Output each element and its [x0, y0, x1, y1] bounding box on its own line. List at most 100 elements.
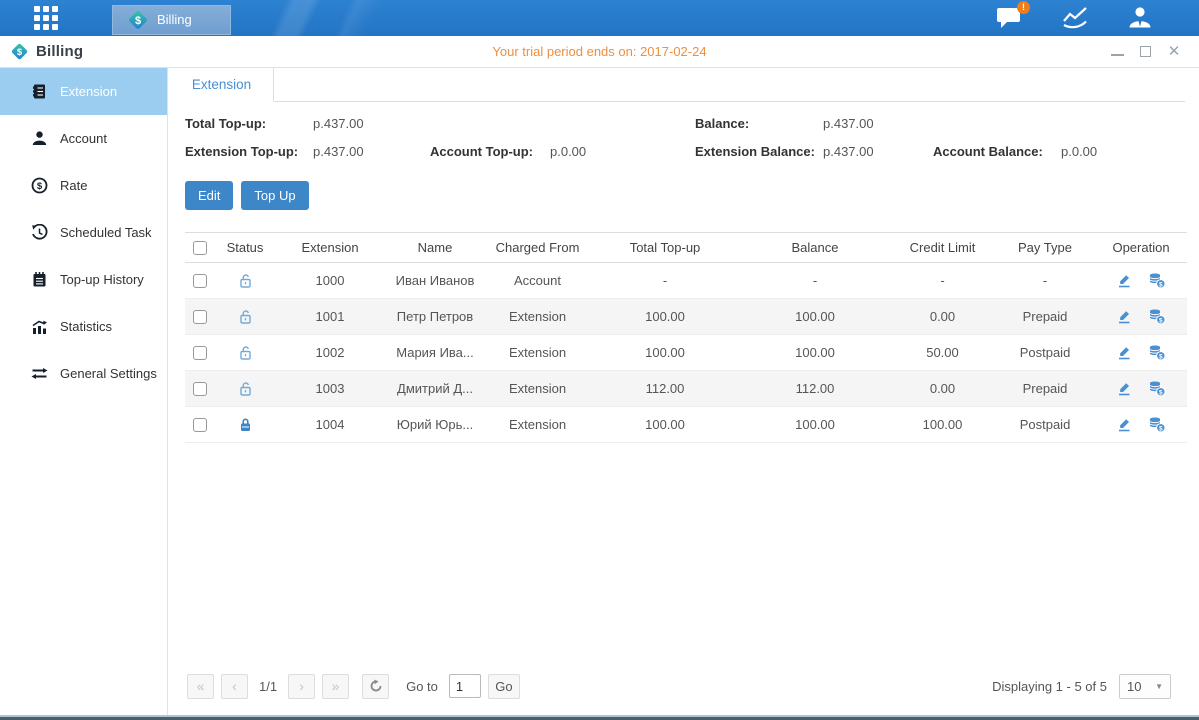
- topup-row-icon[interactable]: $: [1148, 308, 1166, 325]
- maximize-button[interactable]: [1140, 46, 1151, 57]
- topup-row-icon[interactable]: $: [1148, 380, 1166, 397]
- cell-balance: 100.00: [740, 299, 890, 335]
- table-row: 1003 Дмитрий Д... Extension 112.00 112.0…: [185, 371, 1187, 407]
- refresh-icon: [369, 679, 383, 693]
- cell-credit-limit: 100.00: [890, 407, 995, 443]
- topup-row-icon[interactable]: $: [1148, 416, 1166, 433]
- account-topup-label: Account Top-up:: [430, 144, 550, 159]
- cell-total-topup: 100.00: [590, 335, 740, 371]
- sidebar-item-label: Extension: [60, 84, 117, 99]
- cell-pay-type: Postpaid: [995, 407, 1095, 443]
- cell-extension: 1002: [275, 335, 385, 371]
- row-checkbox[interactable]: [193, 418, 207, 432]
- col-charged-from: Charged From: [485, 233, 590, 263]
- status-lock-icon: [237, 416, 254, 431]
- sidebar-item-rate[interactable]: $ Rate: [0, 162, 167, 209]
- refresh-button[interactable]: [362, 674, 389, 699]
- sidebar-item-label: Rate: [60, 178, 87, 193]
- sidebar-item-account[interactable]: Account: [0, 115, 167, 162]
- svg-text:$: $: [36, 181, 42, 192]
- reports-chart-icon[interactable]: [1061, 6, 1089, 30]
- topup-row-icon[interactable]: $: [1148, 272, 1166, 289]
- row-checkbox[interactable]: [193, 346, 207, 360]
- extension-balance-value: p.437.00: [823, 144, 933, 159]
- edit-row-icon[interactable]: [1116, 273, 1132, 289]
- line-chart-glyph: [1061, 6, 1089, 30]
- desktop-topbar: $ Billing !: [0, 0, 1199, 36]
- table-row: 1000 Иван Иванов Account - - - - $: [185, 263, 1187, 299]
- cell-credit-limit: 50.00: [890, 335, 995, 371]
- prev-page-button[interactable]: ‹: [221, 674, 248, 699]
- cell-pay-type: Prepaid: [995, 299, 1095, 335]
- topup-button[interactable]: Top Up: [241, 181, 308, 210]
- tab-label: Extension: [192, 77, 251, 92]
- edit-row-icon[interactable]: [1116, 417, 1132, 433]
- topup-row-icon[interactable]: $: [1148, 344, 1166, 361]
- last-page-button[interactable]: »: [322, 674, 349, 699]
- cell-total-topup: -: [590, 263, 740, 299]
- cell-total-topup: 100.00: [590, 299, 740, 335]
- cell-extension: 1000: [275, 263, 385, 299]
- edit-row-icon[interactable]: [1116, 381, 1132, 397]
- go-button[interactable]: Go: [488, 674, 520, 699]
- col-pay-type: Pay Type: [995, 233, 1095, 263]
- trial-notice: Your trial period ends on: 2017-02-24: [0, 44, 1199, 59]
- goto-page-input[interactable]: [449, 674, 481, 698]
- col-name: Name: [385, 233, 485, 263]
- svg-text:$: $: [1159, 353, 1163, 360]
- person-icon: [30, 130, 48, 148]
- sidebar-item-extension[interactable]: Extension: [0, 68, 167, 115]
- row-checkbox[interactable]: [193, 274, 207, 288]
- user-account-icon[interactable]: [1127, 6, 1153, 31]
- cell-pay-type: Prepaid: [995, 371, 1095, 407]
- edit-row-icon[interactable]: [1116, 309, 1132, 325]
- edit-row-icon[interactable]: [1116, 345, 1132, 361]
- row-checkbox[interactable]: [193, 382, 207, 396]
- extension-topup-label: Extension Top-up:: [185, 144, 313, 159]
- sidebar-item-statistics[interactable]: Statistics: [0, 303, 167, 350]
- cell-charged-from: Extension: [485, 371, 590, 407]
- cell-credit-limit: 0.00: [890, 299, 995, 335]
- page-size-select[interactable]: 10 ▼: [1119, 674, 1171, 699]
- sidebar-item-label: Account: [60, 131, 107, 146]
- cell-balance: 112.00: [740, 371, 890, 407]
- svg-text:$: $: [1159, 317, 1163, 324]
- toolbar: Edit Top Up: [185, 181, 1185, 210]
- window-title: Billing: [36, 43, 83, 60]
- dollar-circle-icon: $: [30, 177, 48, 195]
- cell-extension: 1004: [275, 407, 385, 443]
- status-lock-icon: [237, 344, 254, 359]
- status-lock-icon: [237, 272, 254, 287]
- app-grid-icon[interactable]: [14, 0, 78, 36]
- tab-extension[interactable]: Extension: [170, 68, 274, 102]
- bar-chart-icon: [30, 318, 48, 336]
- select-all-checkbox[interactable]: [193, 241, 207, 255]
- sidebar-item-topup-history[interactable]: Top-up History: [0, 256, 167, 303]
- sidebar-item-scheduled-task[interactable]: Scheduled Task: [0, 209, 167, 256]
- notepad-icon: [30, 271, 48, 289]
- close-button[interactable]: ✕: [1167, 46, 1181, 58]
- edit-button[interactable]: Edit: [185, 181, 233, 210]
- cell-charged-from: Extension: [485, 407, 590, 443]
- messages-icon[interactable]: !: [996, 6, 1023, 30]
- extension-balance-label: Extension Balance:: [695, 144, 823, 159]
- svg-text:$: $: [17, 47, 23, 58]
- account-balance-value: p.0.00: [1061, 144, 1185, 159]
- sidebar-item-label: General Settings: [60, 366, 157, 381]
- taskbar-tab-billing[interactable]: $ Billing: [112, 5, 231, 35]
- person-glyph: [1127, 6, 1153, 31]
- status-lock-icon: [237, 308, 254, 323]
- next-page-button[interactable]: ›: [288, 674, 315, 699]
- balance-value: p.437.00: [823, 116, 933, 131]
- page-size-value: 10: [1127, 679, 1141, 694]
- chevron-down-icon: ▼: [1155, 682, 1163, 691]
- minimize-button[interactable]: [1111, 47, 1124, 56]
- sidebar-item-label: Top-up History: [60, 272, 144, 287]
- cell-balance: 100.00: [740, 407, 890, 443]
- first-page-button[interactable]: «: [187, 674, 214, 699]
- row-checkbox[interactable]: [193, 310, 207, 324]
- cell-credit-limit: 0.00: [890, 371, 995, 407]
- col-operation: Operation: [1095, 233, 1187, 263]
- account-balance-label: Account Balance:: [933, 144, 1061, 159]
- sidebar-item-general-settings[interactable]: General Settings: [0, 350, 167, 397]
